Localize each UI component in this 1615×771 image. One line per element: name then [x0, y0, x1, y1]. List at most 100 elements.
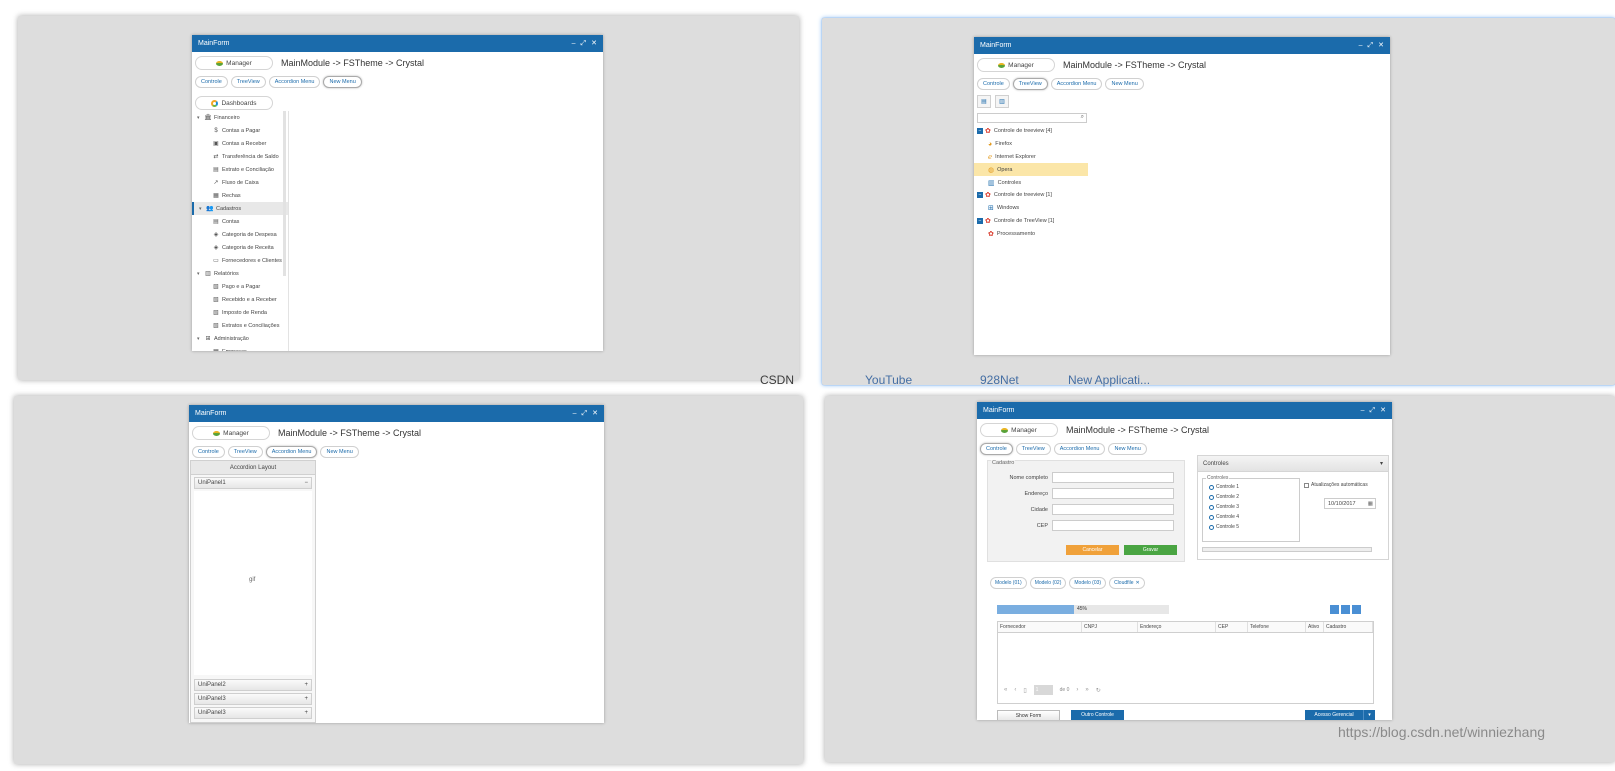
close-tab-icon[interactable]: ✕	[1136, 580, 1140, 586]
cidade-input[interactable]	[1052, 504, 1174, 515]
maximize-icon[interactable]: ⤢	[1370, 407, 1376, 414]
tree-search-input[interactable]: ⌕	[977, 113, 1087, 123]
close-icon[interactable]: ✕	[1380, 407, 1386, 414]
save-button[interactable]: Gravar	[1124, 545, 1177, 555]
controles-panel-header[interactable]: Controles ▾	[1198, 456, 1388, 472]
tree-item[interactable]: ▣ Contas a Receber	[192, 137, 288, 150]
tab-modelo-02[interactable]: Modelo (02)	[1029, 577, 1067, 589]
horizontal-slider[interactable]	[1202, 547, 1372, 552]
cancel-button[interactable]: Cancelar	[1066, 545, 1119, 555]
collapse-icon[interactable]: −	[977, 128, 983, 135]
bookmark-new-application[interactable]: New Applicati...	[1068, 373, 1150, 387]
manager-button[interactable]: Manager	[980, 423, 1058, 437]
close-icon[interactable]: ✕	[591, 40, 597, 47]
tree-item[interactable]: ▧ Extratos e Conciliações	[192, 319, 288, 332]
radio-controle-3[interactable]: Controle 3	[1209, 504, 1239, 510]
last-page-icon[interactable]: »	[1085, 687, 1088, 693]
maximize-icon[interactable]: ⤢	[581, 40, 587, 47]
radio-controle-2[interactable]: Controle 2	[1209, 494, 1239, 500]
close-icon[interactable]: ✕	[1378, 42, 1384, 49]
col-endereco[interactable]: Endereço	[1138, 622, 1216, 632]
tree-item[interactable]: ▦ Rechas	[192, 189, 288, 202]
collapse-icon[interactable]: −	[304, 480, 308, 486]
window-titlebar[interactable]: MainForm ‒ ⤢ ✕	[192, 35, 603, 52]
tab-treeview[interactable]: TreeView	[227, 446, 263, 458]
collapse-all-icon[interactable]: ▥	[995, 95, 1009, 108]
cep-input[interactable]	[1052, 520, 1174, 531]
tree-group[interactable]: − ✿ Controle de treeview [4]	[974, 125, 1088, 138]
tree-item[interactable]: ▦Empresas	[192, 345, 288, 352]
tab-controle[interactable]: Controle	[980, 443, 1013, 455]
refresh-icon[interactable]: ↻	[1096, 687, 1101, 694]
minimize-icon[interactable]: ‒	[1361, 407, 1365, 414]
col-telefone[interactable]: Telefone	[1248, 622, 1306, 632]
tree-item[interactable]: ✿ Processamento	[974, 227, 1088, 240]
tab-accordion-menu[interactable]: Accordion Menu	[265, 446, 318, 458]
acesso-gerencial-button[interactable]: Acesso Gerencial ▾	[1305, 710, 1375, 720]
bookmark-youtube[interactable]: YouTube	[865, 373, 912, 387]
expand-arrow-icon[interactable]: ▾	[197, 271, 204, 277]
tab-modelo-03[interactable]: Modelo (03)	[1069, 577, 1107, 589]
col-cep[interactable]: CEP	[1216, 622, 1248, 632]
tree-item[interactable]: ⇄ Transferência de Saldo	[192, 150, 288, 163]
tree-item[interactable]: ↗ Fluxo de Caixa	[192, 176, 288, 189]
tree-item[interactable]: ◈ Categoria de Receita	[192, 241, 288, 254]
dropdown-arrow-icon[interactable]: ▾	[1363, 710, 1375, 720]
auto-update-checkbox[interactable]: Atualizações automáticas	[1304, 482, 1368, 488]
tab-controle[interactable]: Controle	[977, 78, 1010, 90]
radio-controle-1[interactable]: Controle 1	[1209, 484, 1239, 490]
tree-item[interactable]: ℯ Internet Explorer	[974, 151, 1088, 164]
maximize-icon[interactable]: ⤢	[582, 410, 588, 417]
manager-button[interactable]: Manager	[192, 426, 270, 440]
chevron-down-icon[interactable]: ▾	[1380, 460, 1383, 467]
first-page-icon[interactable]: «	[1004, 687, 1007, 693]
tab-treeview[interactable]: TreeView	[230, 76, 266, 88]
tree-item[interactable]: ▤ Contas	[192, 215, 288, 228]
outro-controle-button[interactable]: Outro Controle	[1071, 710, 1124, 720]
tree-item[interactable]: ▧ Pago e a Pagar	[192, 280, 288, 293]
page-input[interactable]: 1	[1033, 685, 1053, 695]
expand-icon[interactable]: +	[304, 696, 308, 702]
expand-arrow-icon[interactable]: ▾	[197, 336, 204, 342]
tree-item[interactable]: ▭ Fornecedores e Clientes	[192, 254, 288, 267]
radio-controle-4[interactable]: Controle 4	[1209, 514, 1239, 520]
tree-group[interactable]: − ✿ Controle de TreeView [1]	[974, 215, 1088, 228]
tree-item[interactable]: ▥ Controles	[974, 176, 1088, 189]
manager-button[interactable]: Manager	[195, 56, 273, 70]
window-titlebar[interactable]: MainForm ‒ ⤢ ✕	[189, 405, 604, 422]
minimize-icon[interactable]: ‒	[572, 40, 576, 47]
tree-scrollbar[interactable]	[283, 111, 286, 276]
tree-group[interactable]: ▾ ⊞ Administração	[192, 332, 288, 345]
next-page-icon[interactable]: ›	[1076, 687, 1078, 693]
col-cadastro[interactable]: Cadastro	[1324, 622, 1373, 632]
tree-item[interactable]: ◕ Firefox	[974, 138, 1088, 151]
prev-page-icon[interactable]: ‹	[1014, 687, 1016, 693]
tab-modelo-01[interactable]: Modelo (01)	[990, 577, 1027, 589]
expand-arrow-icon[interactable]: ▾	[199, 206, 206, 212]
expand-icon[interactable]: +	[304, 710, 308, 716]
accordion-panel-4-header[interactable]: UniPanel3 +	[194, 707, 312, 719]
radio-controle-5[interactable]: Controle 5	[1209, 524, 1239, 530]
endereco-input[interactable]	[1052, 488, 1174, 499]
window-titlebar[interactable]: MainForm ‒ ⤢ ✕	[974, 37, 1390, 54]
calendar-icon[interactable]: ▦	[1368, 499, 1373, 509]
tree-item[interactable]: ▧ Recebido e a Receber	[192, 293, 288, 306]
bookmark-csdn[interactable]: CSDN	[760, 373, 794, 387]
accordion-panel-3-header[interactable]: UniPanel3 +	[194, 693, 312, 705]
maximize-icon[interactable]: ⤢	[1368, 42, 1374, 49]
tab-new-menu[interactable]: New Menu	[323, 76, 362, 88]
tab-new-menu[interactable]: New Menu	[1105, 78, 1144, 90]
tab-controle[interactable]: Controle	[195, 76, 228, 88]
manager-button[interactable]: Manager	[977, 58, 1055, 72]
view-button-1[interactable]	[1330, 605, 1339, 614]
tree-item[interactable]: $ Contas a Pagar	[192, 124, 288, 137]
minimize-icon[interactable]: ‒	[573, 410, 577, 417]
tab-new-menu[interactable]: New Menu	[1108, 443, 1147, 455]
window-titlebar[interactable]: MainForm ‒ ⤢ ✕	[977, 402, 1392, 419]
accordion-panel-1-header[interactable]: UniPanel1−	[194, 477, 312, 489]
tree-group[interactable]: ▾ ▥ Relatórios	[192, 267, 288, 280]
collapse-icon[interactable]: −	[977, 192, 983, 199]
tab-controle[interactable]: Controle	[192, 446, 225, 458]
tree-item[interactable]: ◍ Opera	[974, 163, 1088, 177]
minimize-icon[interactable]: ‒	[1359, 42, 1363, 49]
